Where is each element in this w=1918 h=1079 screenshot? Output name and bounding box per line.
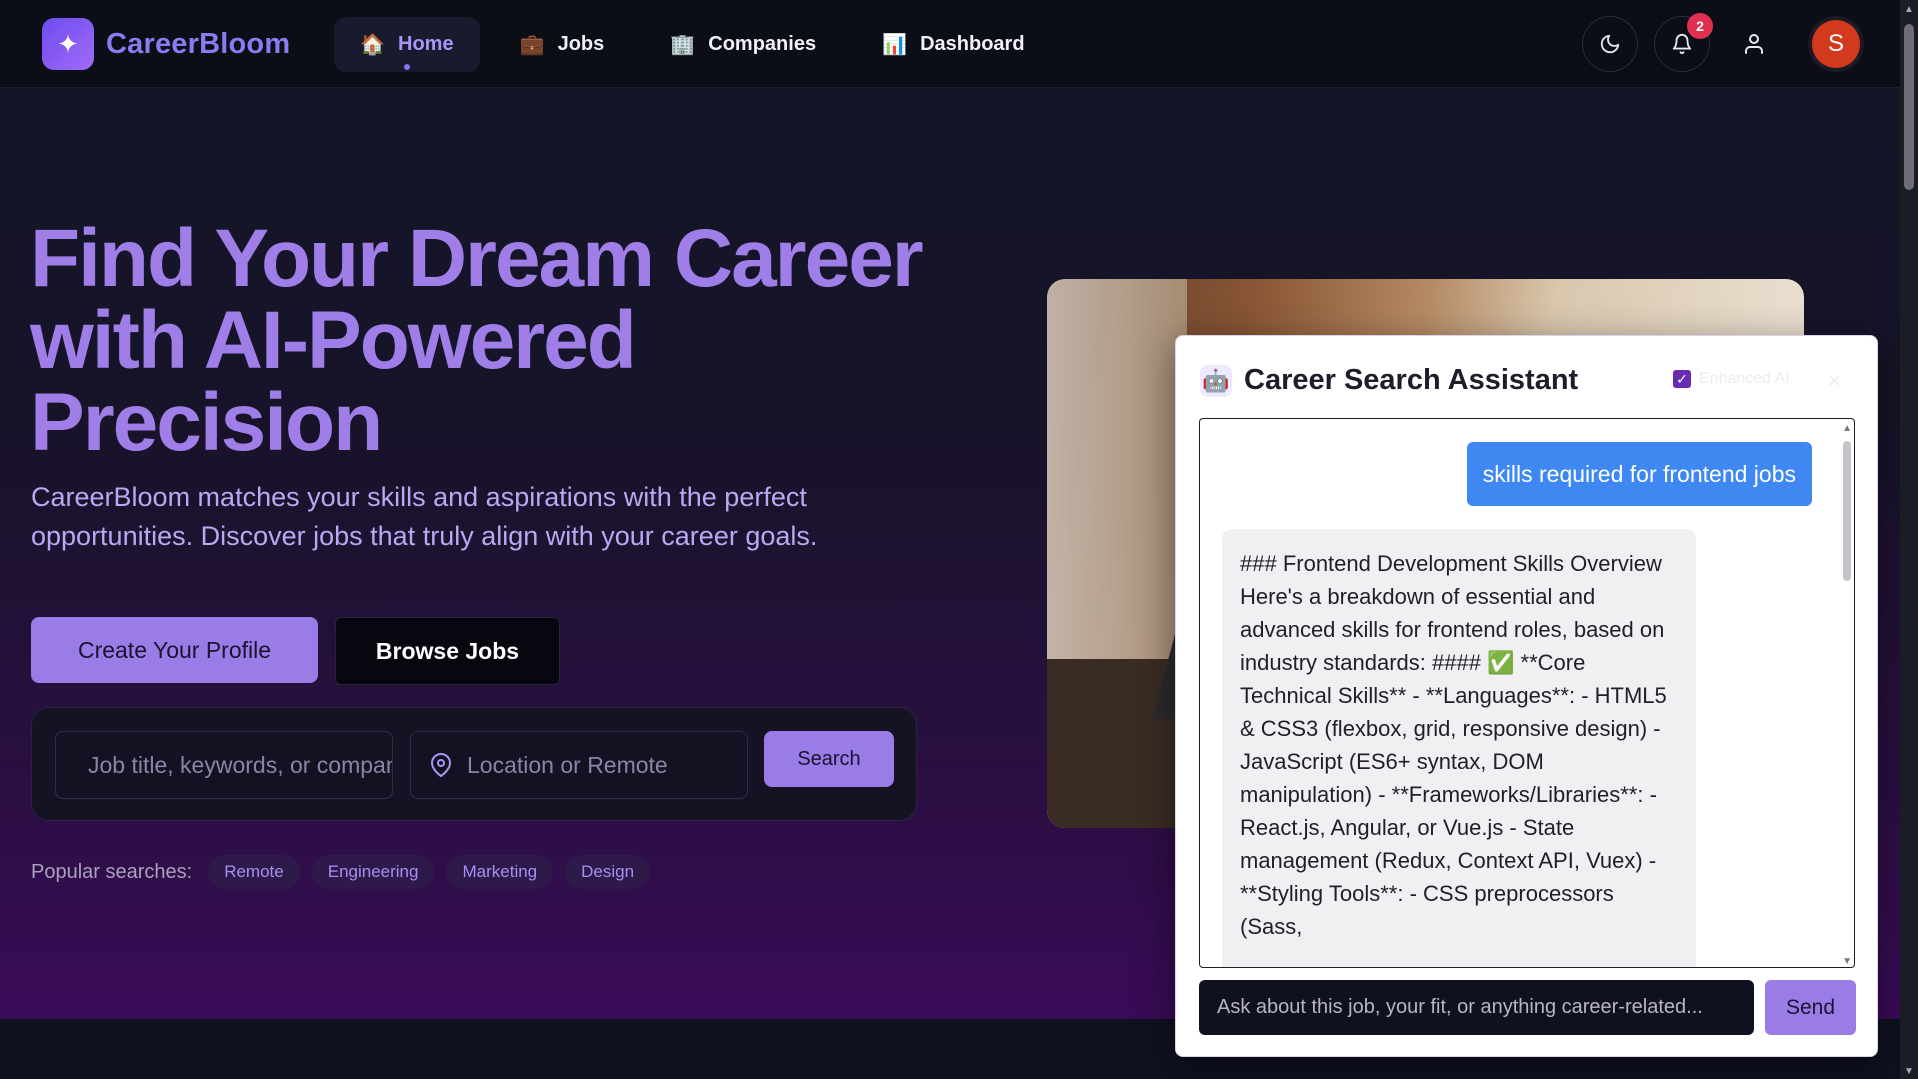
popular-tag-remote[interactable]: Remote (208, 855, 300, 889)
briefcase-icon: 💼 (519, 34, 545, 56)
close-icon[interactable]: × (1828, 368, 1841, 394)
nav-item-label: Home (398, 33, 454, 55)
popular-tag-engineering[interactable]: Engineering (311, 855, 435, 889)
moon-icon (1600, 34, 1620, 54)
create-profile-button[interactable]: Create Your Profile (31, 617, 318, 683)
notification-count-badge: 2 (1687, 13, 1713, 39)
send-button[interactable]: Send (1765, 980, 1856, 1035)
popular-tag-marketing[interactable]: Marketing (446, 855, 554, 889)
notifications-button[interactable]: 2 (1654, 13, 1713, 72)
nav-item-label: Companies (708, 33, 817, 55)
keyword-placeholder: Job title, keywords, or company (88, 751, 393, 778)
chat-message-list[interactable]: skills required for frontend jobs ### Fr… (1199, 418, 1855, 968)
theme-toggle-button[interactable] (1582, 16, 1638, 72)
chat-header: 🤖 Career Search Assistant (1200, 364, 1578, 397)
popular-searches: Popular searches: Remote Engineering Mar… (31, 855, 651, 889)
user-icon (1745, 34, 1763, 54)
bell-icon (1672, 34, 1692, 55)
profile-button[interactable] (1726, 16, 1782, 72)
keyword-search-input[interactable]: Job title, keywords, or company (55, 731, 393, 799)
nav-item-jobs[interactable]: 💼 Jobs (494, 17, 631, 72)
chat-scrollbar-thumb[interactable] (1843, 441, 1851, 581)
top-navbar: ✦ CareerBloom 🏠 Home 💼 Jobs 🏢 Companies … (0, 0, 1900, 88)
page-scrollbar[interactable]: ▲ ▼ (1900, 0, 1918, 1079)
house-icon: 🏠 (360, 34, 385, 56)
main-nav: 🏠 Home 💼 Jobs 🏢 Companies 📊 Dashboard (334, 17, 1051, 72)
user-message: skills required for frontend jobs (1466, 442, 1812, 506)
popular-searches-label: Popular searches: (31, 860, 193, 883)
avatar[interactable]: S (1812, 20, 1860, 68)
chat-message-input[interactable]: Ask about this job, your fit, or anythin… (1199, 980, 1754, 1035)
chat-scrollbar[interactable]: ▲ ▼ (1840, 419, 1854, 967)
nav-item-label: Jobs (557, 33, 605, 55)
robot-icon: 🤖 (1200, 364, 1232, 397)
brand-name: CareerBloom (106, 27, 291, 60)
enhanced-ai-toggle[interactable]: ✓ Enhanced AI (1673, 370, 1790, 388)
nav-item-companies[interactable]: 🏢 Companies (644, 17, 842, 72)
hero-subtext: CareerBloom matches your skills and aspi… (31, 482, 818, 551)
bar-chart-icon: 📊 (882, 34, 907, 56)
nav-item-dashboard[interactable]: 📊 Dashboard (856, 17, 1050, 72)
chat-title: Career Search Assistant (1244, 364, 1579, 396)
location-placeholder: Location or Remote (467, 751, 668, 778)
location-search-input[interactable]: Location or Remote (410, 731, 748, 799)
scroll-up-arrow-icon[interactable]: ▲ (1904, 4, 1914, 15)
checkbox-checked-icon[interactable]: ✓ (1673, 370, 1691, 388)
map-pin-icon (431, 753, 451, 777)
brand-logo[interactable]: ✦ CareerBloom (42, 18, 290, 70)
page-scrollbar-thumb[interactable] (1904, 24, 1914, 190)
scroll-down-arrow-icon[interactable]: ▼ (1842, 956, 1852, 967)
popular-tag-design[interactable]: Design (565, 855, 651, 889)
career-assistant-chat: 🤖 Career Search Assistant ✓ Enhanced AI … (1175, 335, 1878, 1057)
scroll-up-arrow-icon[interactable]: ▲ (1842, 423, 1852, 434)
scroll-down-arrow-icon[interactable]: ▼ (1904, 1066, 1914, 1077)
search-button[interactable]: Search (764, 731, 894, 787)
nav-actions: 2 S (1582, 13, 1860, 72)
hero-headline: Find Your Dream Career with AI-Powered P… (30, 213, 924, 468)
sparkles-icon: ✦ (42, 18, 94, 70)
browse-jobs-button[interactable]: Browse Jobs (335, 617, 560, 685)
assistant-message: ### Frontend Development Skills Overview… (1222, 529, 1696, 967)
job-search-panel: Job title, keywords, or company Location… (31, 707, 917, 821)
nav-item-home[interactable]: 🏠 Home (334, 17, 480, 72)
building-icon: 🏢 (670, 34, 696, 56)
nav-item-label: Dashboard (920, 33, 1025, 55)
enhanced-ai-label: Enhanced AI (1699, 370, 1790, 387)
